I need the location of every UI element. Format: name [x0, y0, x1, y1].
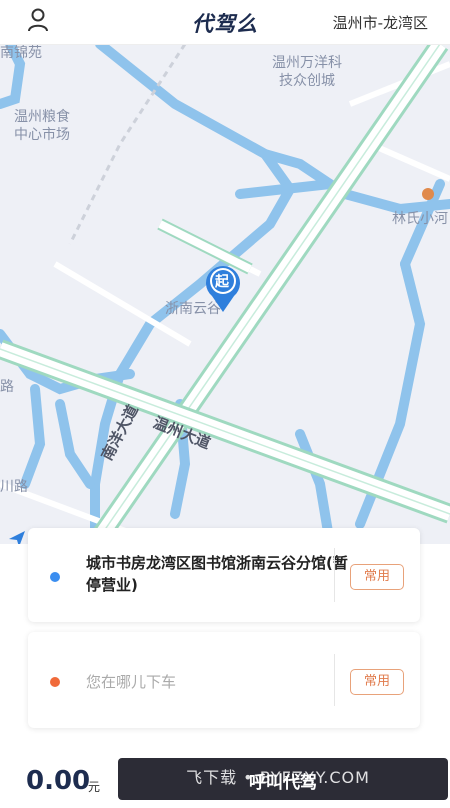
end-dot	[50, 677, 60, 687]
map-label-lin: 林氏小河	[392, 211, 448, 227]
top-bar: 代驾么 温州市-龙湾区	[0, 0, 450, 45]
start-common-button[interactable]: 常用	[350, 564, 404, 590]
map-view[interactable]: 南锦苑 温州粮食 中心市场 温州万洋科 技众创城 林氏小河 浙南云谷 路 川路 …	[0, 44, 450, 544]
start-marker[interactable]: 起	[203, 258, 243, 314]
map-label-chuan-road: 川路	[0, 479, 28, 495]
divider	[334, 654, 335, 706]
price-unit: 元	[88, 780, 101, 794]
watermark: 飞下载 • BYFZXY.COM	[186, 768, 370, 787]
end-common-button[interactable]: 常用	[350, 669, 404, 695]
destination-card[interactable]: 您在哪儿下车 常用	[28, 632, 420, 728]
price-value: 0.00	[26, 766, 91, 796]
city-selector[interactable]: 温州市-龙湾区	[333, 12, 428, 33]
start-location-card[interactable]: 城市书房龙湾区图书馆浙南云谷分馆(暂停营业) 常用	[28, 528, 420, 622]
divider	[334, 548, 335, 602]
destination-input[interactable]: 您在哪儿下车	[86, 671, 176, 692]
start-address[interactable]: 城市书房龙湾区图书馆浙南云谷分馆(暂停营业)	[86, 552, 356, 596]
map-label-nanjinyuan: 南锦苑	[0, 45, 42, 61]
map-label-wanyang: 温州万洋科 技众创城	[272, 55, 342, 89]
map-label-road: 路	[0, 379, 14, 395]
locate-icon[interactable]	[8, 530, 26, 544]
map-label-grain-market: 温州粮食 中心市场	[14, 109, 70, 143]
start-dot	[50, 572, 60, 582]
marker-label: 起	[215, 274, 229, 290]
